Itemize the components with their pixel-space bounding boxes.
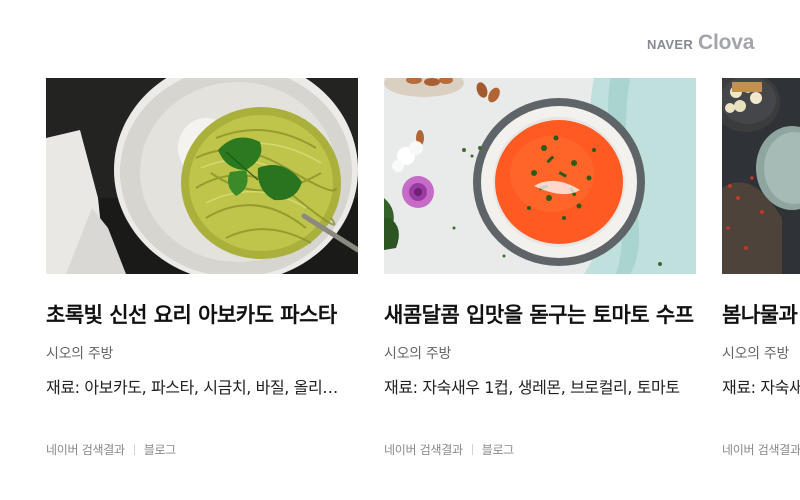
meta-provider: 네이버 검색결과 (46, 443, 125, 457)
recipe-title[interactable]: 봄나물과 함께 즐기는 요리 (722, 299, 800, 329)
recipe-card[interactable]: 새콤달콤 입맛을 돋구는 토마토 수프 시오의 주방 재료: 자숙새우 1컵, … (384, 78, 696, 478)
recipe-source: 시오의 주방 (46, 346, 114, 362)
recipe-thumbnail-tomato-soup[interactable] (384, 78, 696, 274)
meta-type: 블로그 (143, 443, 177, 457)
meta-divider (471, 444, 473, 455)
meta-provider: 네이버 검색결과 (384, 443, 463, 457)
naver-clova-logo: NAVER Clova (647, 31, 754, 55)
recipe-source: 시오의 주방 (722, 346, 790, 362)
meta-type: 블로그 (481, 443, 515, 457)
meta-divider (133, 444, 135, 455)
clova-wordmark: Clova (698, 31, 755, 54)
recipe-card[interactable]: 봄나물과 함께 즐기는 요리 시오의 주방 재료: 자숙새우 네이버 검색결과 … (722, 78, 800, 478)
recipe-meta: 네이버 검색결과 블로그 (384, 441, 514, 458)
recipe-thumbnail-spring-greens[interactable] (722, 78, 800, 274)
naver-wordmark: NAVER (647, 37, 694, 52)
recipe-title[interactable]: 새콤달콤 입맛을 돋구는 토마토 수프 (384, 299, 696, 329)
recipe-ingredients: 재료: 아보카도, 파스타, 시금치, 바질, 올리브유 (46, 378, 350, 397)
recipe-source: 시오의 주방 (384, 346, 452, 362)
recipe-card[interactable]: 초록빛 신선 요리 아보카도 파스타 시오의 주방 재료: 아보카도, 파스타,… (46, 78, 358, 478)
recipe-ingredients: 재료: 자숙새우 (722, 378, 800, 397)
recipe-carousel: NAVER Clova 초록빛 신선 요리 아보카도 파스타 시오의 주방 재료… (0, 0, 800, 500)
recipe-thumbnail-avocado-pasta[interactable] (46, 78, 358, 274)
recipe-meta: 네이버 검색결과 블로그 (722, 441, 800, 458)
recipe-meta: 네이버 검색결과 블로그 (46, 441, 176, 458)
meta-provider: 네이버 검색결과 (722, 443, 800, 457)
recipe-title[interactable]: 초록빛 신선 요리 아보카도 파스타 (46, 299, 358, 329)
recipe-ingredients: 재료: 자숙새우 1컵, 생레몬, 브로컬리, 토마토 (384, 378, 680, 397)
